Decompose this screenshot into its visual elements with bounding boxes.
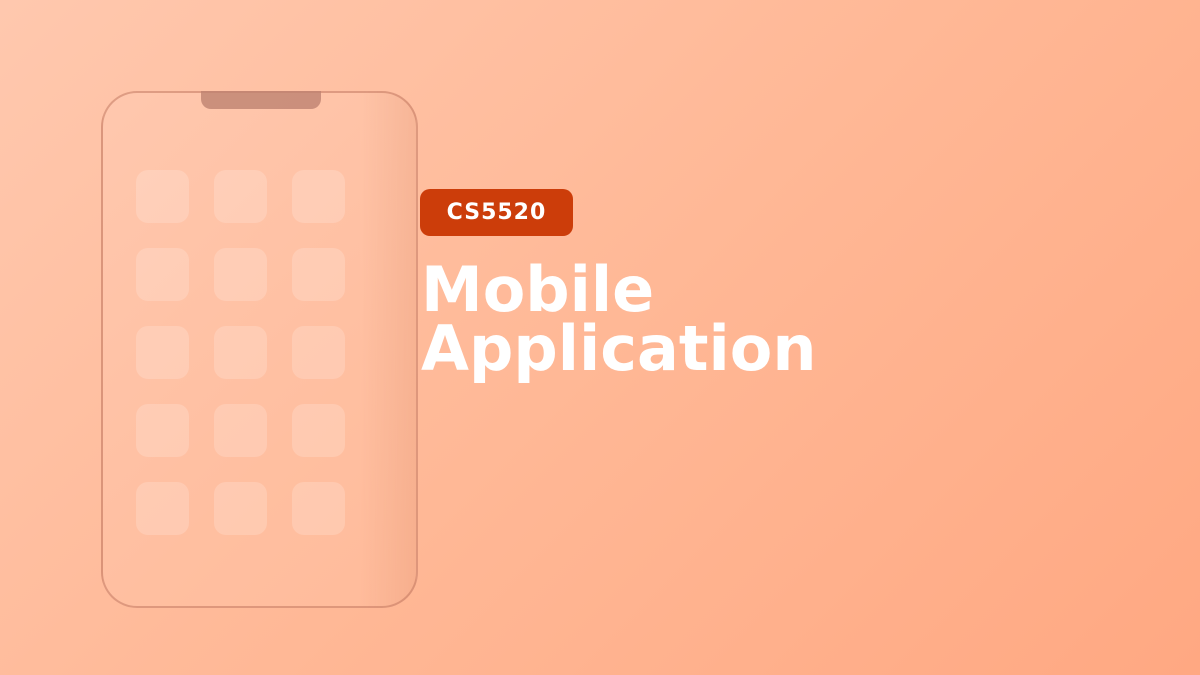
- app-icon: [292, 482, 345, 535]
- course-code-badge: CS5520: [420, 189, 573, 236]
- app-icon: [136, 404, 189, 457]
- slide-canvas: CS5520 Mobile Application: [0, 0, 1200, 675]
- app-icon: [214, 326, 267, 379]
- phone-notch: [201, 91, 321, 109]
- app-icon: [214, 170, 267, 223]
- app-icon: [136, 248, 189, 301]
- app-icon: [292, 326, 345, 379]
- app-icon: [136, 482, 189, 535]
- smartphone-icon: [101, 91, 418, 608]
- app-icon: [292, 404, 345, 457]
- app-icon: [292, 170, 345, 223]
- slide-title-line-1: Mobile: [421, 253, 655, 326]
- slide-title-line-2: Application: [421, 312, 817, 385]
- app-icon: [214, 404, 267, 457]
- slide-title: Mobile Application: [421, 253, 817, 385]
- app-icon: [136, 326, 189, 379]
- app-icon: [292, 248, 345, 301]
- app-icon: [214, 482, 267, 535]
- app-icon: [136, 170, 189, 223]
- app-icon: [214, 248, 267, 301]
